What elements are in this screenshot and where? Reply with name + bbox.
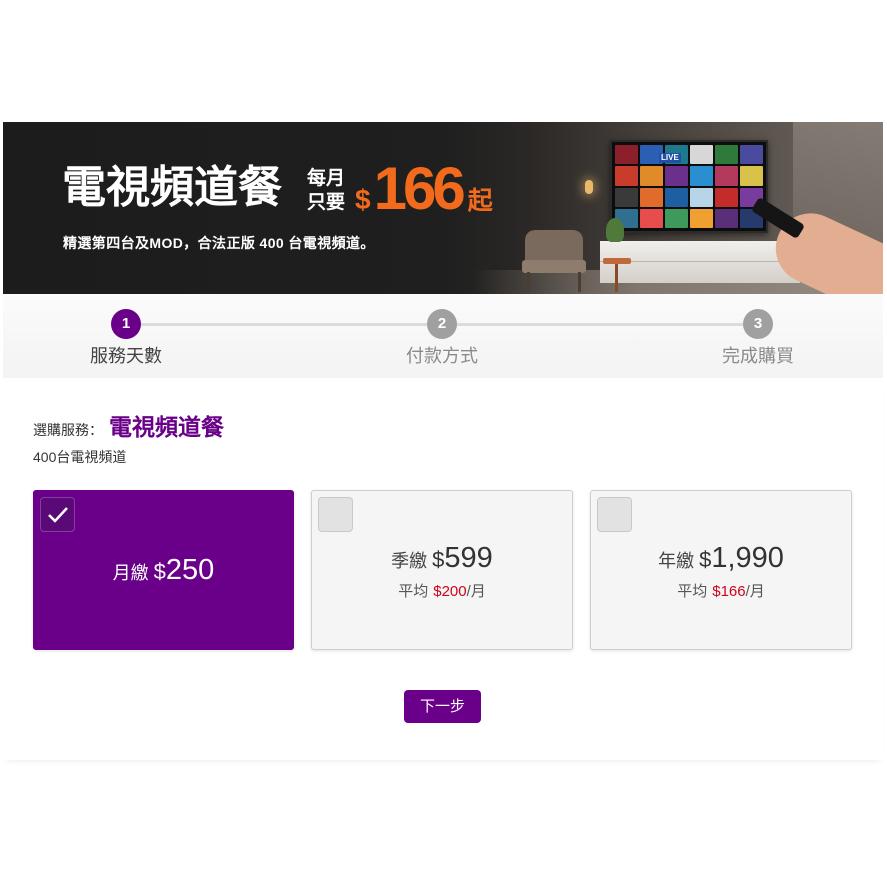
armchair-leg [527,272,530,292]
plan-currency: $ [153,559,166,584]
main-content: 選購服務： 電視頻道餐 400台電視頻道 月繳 $250 季繳 $599 平均 $200… [3,378,883,760]
plan-average-unit: /月 [745,583,765,600]
banner-price: $166 起 [355,159,493,219]
plan-price: 月繳 $250 [34,553,293,592]
service-label: 選購服務： [33,422,103,438]
plan-price: 季繳 $599 [312,541,572,580]
step-number-badge: 3 [743,309,773,339]
plan-average: 平均 $200/月 [312,582,572,602]
step-label: 付款方式 [406,346,478,366]
tv-program-tile [640,187,663,207]
plan-average-price: $166 [712,583,746,600]
tv-program-tile [715,208,738,228]
step-payment-method: 2 付款方式 [382,309,502,366]
tv-program-tile [665,166,688,186]
banner-price-currency: $ [355,184,371,215]
plan-currency: $ [699,547,712,572]
tv-program-tile [640,166,663,186]
service-description: 400台電視頻道 [33,449,127,465]
check-icon [48,507,68,523]
armchair-leg [578,272,581,292]
selected-service: 選購服務： 電視頻道餐 [33,412,224,446]
plan-period: 月繳 [112,563,149,583]
tv-program-tile [690,145,713,165]
plan-checkbox[interactable] [40,497,75,532]
plan-card-quarterly[interactable]: 季繳 $599 平均 $200/月 [311,490,573,650]
tv-program-tile [740,166,763,186]
tv-program-tile [615,166,638,186]
banner-title: 電視頻道餐 [62,163,282,212]
plan-checkbox[interactable] [597,497,632,532]
plan-card-yearly[interactable]: 年繳 $1,990 平均 $166/月 [590,490,852,650]
banner-price-prefix-line2: 只要 [307,192,346,213]
tv-program-tile [715,166,738,186]
step-number-badge: 1 [111,309,141,339]
step-label: 完成購買 [722,346,794,366]
plan-average-label: 平均 [398,583,429,600]
plan-price: 年繳 $1,990 [591,541,851,580]
banner-subtitle: 精選第四台及MOD，合法正版 400 台電視頻道。 [63,235,375,251]
banner-price-suffix: 起 [467,187,493,215]
tv-program-tile [615,187,638,207]
tv-program-tile [740,145,763,165]
next-step-button[interactable]: 下一步 [404,690,481,723]
tv-live-label: LIVE [659,153,681,163]
step-service-days: 1 服務天數 [66,309,186,366]
tv-program-tile [640,208,663,228]
armchair-back [525,230,583,264]
tv-program-tile [615,145,638,165]
plan-period: 年繳 [658,551,695,571]
armchair-seat [522,260,586,273]
tv-program-tile [715,187,738,207]
tv-image: LIVE [610,140,768,233]
plan-period: 季繳 [391,551,428,571]
step-complete-purchase: 3 完成購買 [698,309,818,366]
plan-card-monthly[interactable]: 月繳 $250 [33,490,294,650]
plan-checkbox[interactable] [318,497,353,532]
plan-currency: $ [432,547,445,572]
lamp-image [585,180,593,194]
plan-amount: 599 [444,542,493,574]
progress-stepper: 1 服務天數 2 付款方式 3 完成購買 [3,294,883,378]
service-name: 電視頻道餐 [109,414,224,440]
plan-average-price: $200 [433,583,467,600]
plan-average-unit: /月 [466,583,486,600]
step-label: 服務天數 [90,346,162,366]
plan-amount: 1,990 [711,542,784,574]
plant-image [606,218,624,242]
plan-amount: 250 [165,554,215,586]
step-number-badge: 2 [427,309,457,339]
tv-program-tile [715,145,738,165]
plan-average: 平均 $166/月 [591,582,851,602]
tv-program-tile [690,187,713,207]
tv-program-tile [665,187,688,207]
plan-average-label: 平均 [677,583,708,600]
stool-leg [615,264,618,292]
banner-price-prefix-line1: 每月 [307,168,346,189]
tv-program-tile [690,208,713,228]
banner-price-amount: 166 [373,155,466,222]
promo-banner: 電視頻道餐 每月 只要 $166 起 精選第四台及MOD，合法正版 400 台電視… [3,122,883,294]
tv-program-tile [665,208,688,228]
tv-program-tile [690,166,713,186]
banner-price-prefix: 每月 只要 [307,167,345,215]
tv-program-grid [615,145,763,228]
